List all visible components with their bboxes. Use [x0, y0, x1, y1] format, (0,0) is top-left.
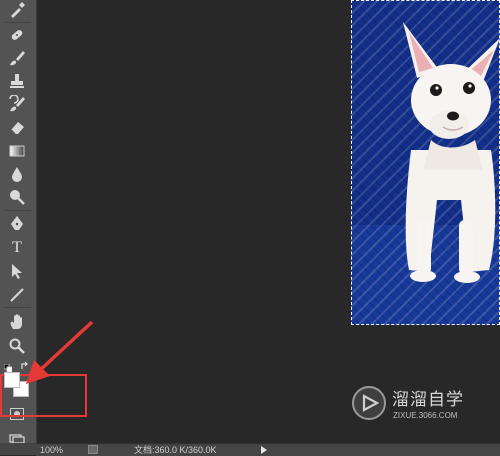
watermark-title: 溜溜自学 — [392, 390, 464, 409]
status-menu-arrow-icon[interactable] — [261, 446, 267, 454]
history-brush-icon[interactable] — [6, 94, 28, 114]
pen-icon[interactable] — [6, 213, 28, 233]
blur-icon[interactable] — [6, 164, 28, 184]
status-bar: 100% 文档:360.0 K/360.0K — [36, 443, 500, 456]
path-selection-icon[interactable] — [6, 261, 28, 281]
type-icon[interactable]: T — [6, 238, 28, 258]
dodge-icon[interactable] — [6, 187, 28, 207]
watermark: 溜溜自学 ZIXUE.3066.COM — [352, 384, 472, 430]
status-bar-left — [0, 443, 36, 455]
line-icon[interactable] — [6, 285, 28, 305]
healing-brush-icon[interactable] — [6, 25, 28, 45]
dog-image — [403, 22, 500, 283]
eyedropper-icon[interactable] — [6, 0, 28, 20]
clone-stamp-icon[interactable] — [6, 71, 28, 91]
screen-mode-icon[interactable] — [9, 431, 25, 444]
watermark-logo-icon — [352, 386, 386, 420]
zoom-preview-icon[interactable] — [88, 445, 98, 454]
gradient-icon[interactable] — [6, 141, 28, 161]
document-info: 文档:360.0 K/360.0K — [134, 445, 217, 455]
annotation-arrow — [26, 320, 94, 384]
foreground-color-swatch[interactable] — [4, 372, 20, 388]
brush-icon[interactable] — [6, 48, 28, 68]
eraser-icon[interactable] — [6, 117, 28, 137]
watermark-url: ZIXUE.3066.COM — [393, 411, 458, 420]
default-colors-icon[interactable] — [3, 359, 13, 373]
zoom-level[interactable]: 100% — [40, 444, 63, 456]
document-canvas[interactable] — [351, 0, 500, 325]
